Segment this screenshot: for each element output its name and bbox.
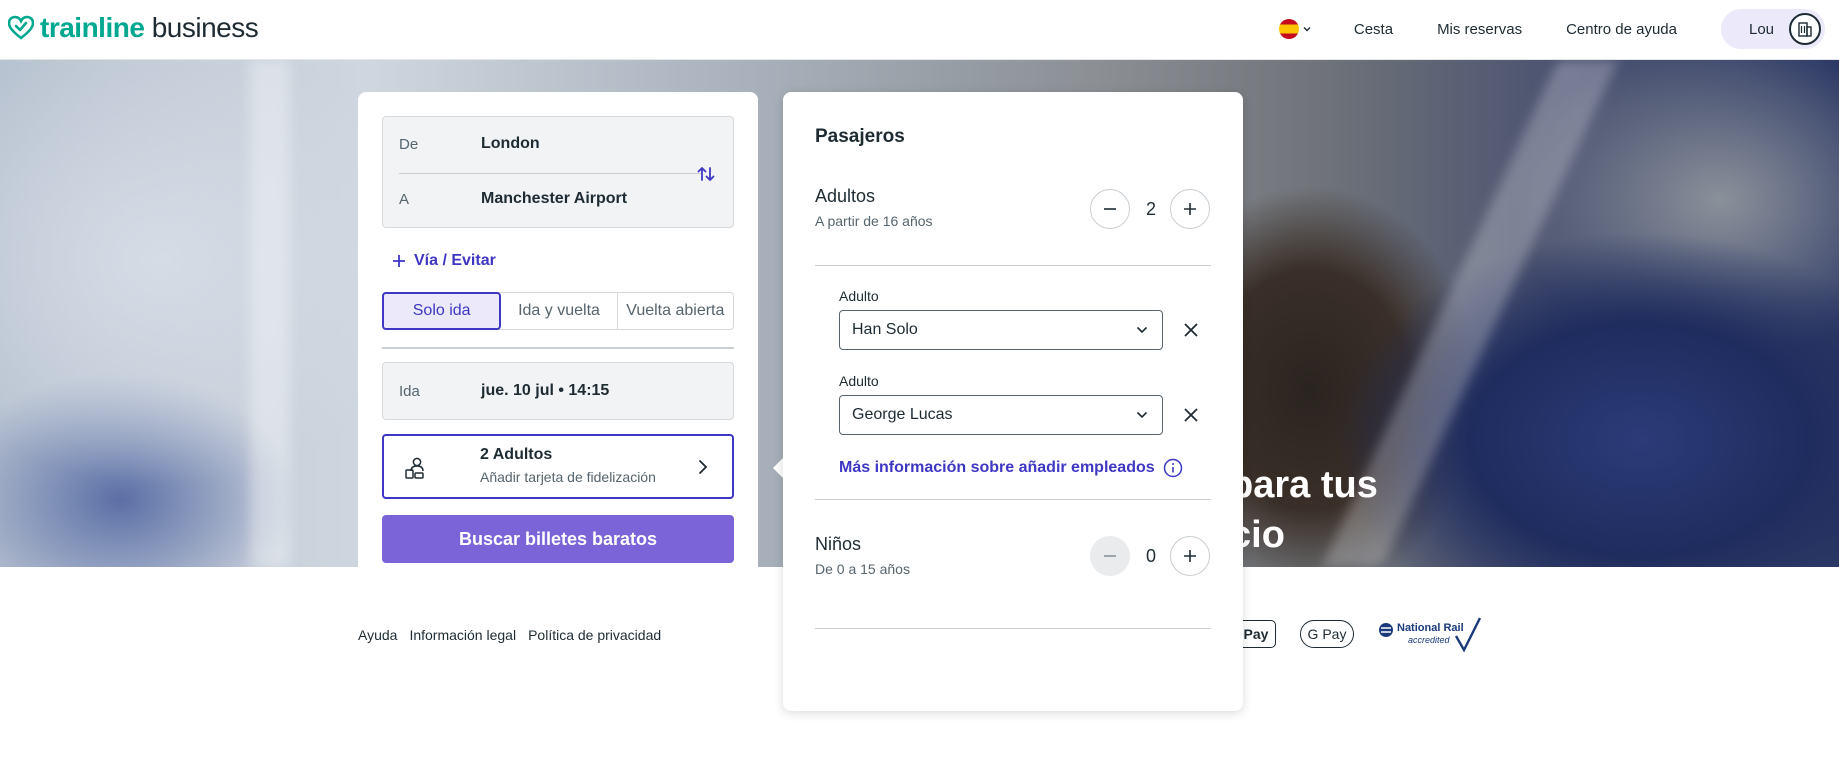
footer-legal-link[interactable]: Información legal (409, 627, 516, 643)
nav-basket[interactable]: Cesta (1354, 21, 1393, 38)
passengers-summary: 2 Adultos (480, 446, 553, 463)
spain-flag-icon (1278, 19, 1299, 39)
outbound-date-field[interactable]: Ida jue. 10 jul • 14:15 (382, 362, 734, 420)
hero-headline: para tus cio (1230, 460, 1378, 560)
hero-light-stripe (250, 60, 290, 567)
trainline-business-logo[interactable]: trainline business (8, 12, 259, 44)
minus-icon (1104, 208, 1116, 210)
user-menu-button[interactable]: Lou (1721, 9, 1825, 49)
adult-1-select[interactable]: Han Solo (839, 310, 1163, 350)
footer-privacy-link[interactable]: Política de privacidad (528, 627, 661, 643)
minus-icon (1104, 555, 1116, 557)
adult-1-label: Adulto (839, 288, 879, 304)
footer-help-link[interactable]: Ayuda (358, 627, 397, 643)
building-icon (1789, 13, 1821, 45)
logo-text: trainline business (40, 12, 259, 44)
chevron-down-icon (1136, 411, 1148, 419)
destination-value: Manchester Airport (481, 190, 628, 207)
passengers-field[interactable]: 2 Adultos Añadir tarjeta de fidelización (382, 434, 734, 499)
adults-decrease-button[interactable] (1090, 189, 1130, 229)
children-age-hint: De 0 a 15 años (815, 561, 910, 577)
tab-return[interactable]: Ida y vuelta (501, 293, 618, 329)
language-selector[interactable] (1278, 19, 1312, 39)
tab-one-way[interactable]: Solo ida (382, 292, 502, 330)
origin-field[interactable]: De London (399, 124, 699, 164)
origin-label: De (399, 135, 419, 153)
adult-2-label: Adulto (839, 373, 879, 389)
heart-check-icon (8, 15, 34, 40)
add-railcard-hint: Añadir tarjeta de fidelización (480, 469, 656, 485)
adult-1-name: Han Solo (852, 321, 918, 338)
adults-divider (815, 265, 1211, 266)
hero-line-1: para tus (1230, 464, 1378, 506)
user-name: Lou (1749, 20, 1775, 38)
google-pay-label: G Pay (1307, 626, 1347, 642)
adult-2-select[interactable]: George Lucas (839, 395, 1163, 435)
via-avoid-link[interactable]: Vía / Evitar (392, 252, 496, 270)
google-pay-badge: G Pay (1300, 620, 1354, 648)
via-avoid-label: Vía / Evitar (414, 252, 496, 269)
chevron-down-icon (1136, 326, 1148, 334)
employees-divider (815, 499, 1211, 500)
adults-increase-button[interactable] (1170, 189, 1210, 229)
logo-suffix: business (151, 12, 259, 43)
origin-value: London (481, 135, 540, 152)
chevron-down-icon (1303, 27, 1311, 32)
children-title: Niños (815, 534, 862, 554)
adults-title: Adultos (815, 186, 876, 206)
nav-my-bookings[interactable]: Mis reservas (1437, 21, 1522, 38)
passengers-panel: Pasajeros Adultos A partir de 16 años 2 … (783, 92, 1243, 711)
search-tickets-button[interactable]: Buscar billetes baratos (382, 515, 734, 563)
panel-pointer (773, 458, 783, 478)
plus-icon (1184, 550, 1196, 562)
apple-pay-label: Pay (1243, 626, 1269, 642)
nav-help-centre[interactable]: Centro de ayuda (1566, 21, 1677, 38)
add-employees-info-link[interactable]: Más información sobre añadir empleados (839, 458, 1183, 478)
remove-adult-1-close-icon[interactable] (1181, 320, 1201, 340)
plus-icon (393, 255, 405, 267)
tab-open-return[interactable]: Vuelta abierta (618, 293, 733, 329)
chevron-right-icon (699, 460, 708, 474)
origin-destination-divider (399, 173, 701, 174)
children-divider (815, 628, 1211, 629)
trip-type-tabs: Solo ida Ida y vuelta Vuelta abierta (382, 292, 734, 330)
origin-destination-box: De London A Manchester Airport (382, 116, 734, 228)
swap-stations-icon[interactable] (695, 163, 717, 185)
adults-age-hint: A partir de 16 años (815, 213, 933, 229)
tabs-divider (382, 347, 734, 349)
destination-field[interactable]: A Manchester Airport (399, 179, 699, 219)
top-header: trainline business Cesta Mis reservas Ce… (0, 0, 1839, 60)
national-rail-text: National Rail (1397, 622, 1464, 634)
logo-brand: trainline (40, 12, 145, 43)
header-nav: Cesta Mis reservas Centro de ayuda Lou (1278, 8, 1825, 50)
remove-adult-2-close-icon[interactable] (1181, 405, 1201, 425)
outbound-label: Ida (399, 382, 420, 400)
info-icon (1163, 458, 1182, 478)
national-rail-accredited-logo: National Rail accredited (1378, 616, 1482, 656)
accredited-text: accredited (1408, 635, 1450, 645)
adults-count: 2 (1145, 199, 1156, 219)
adult-2-name: George Lucas (852, 406, 953, 423)
passengers-panel-title: Pasajeros (815, 126, 905, 147)
children-decrease-button[interactable] (1090, 536, 1130, 576)
add-employees-info-text: Más información sobre añadir empleados (839, 459, 1155, 476)
destination-label: A (399, 190, 410, 208)
outbound-date-value: jue. 10 jul • 14:15 (481, 382, 610, 399)
passengers-icon (405, 457, 424, 479)
footer-links: Ayuda Información legal Política de priv… (358, 627, 661, 643)
children-increase-button[interactable] (1170, 536, 1210, 576)
children-count: 0 (1145, 546, 1156, 566)
journey-search-form: De London A Manchester Airport Vía / Evi… (358, 92, 758, 567)
plus-icon (1184, 203, 1196, 215)
